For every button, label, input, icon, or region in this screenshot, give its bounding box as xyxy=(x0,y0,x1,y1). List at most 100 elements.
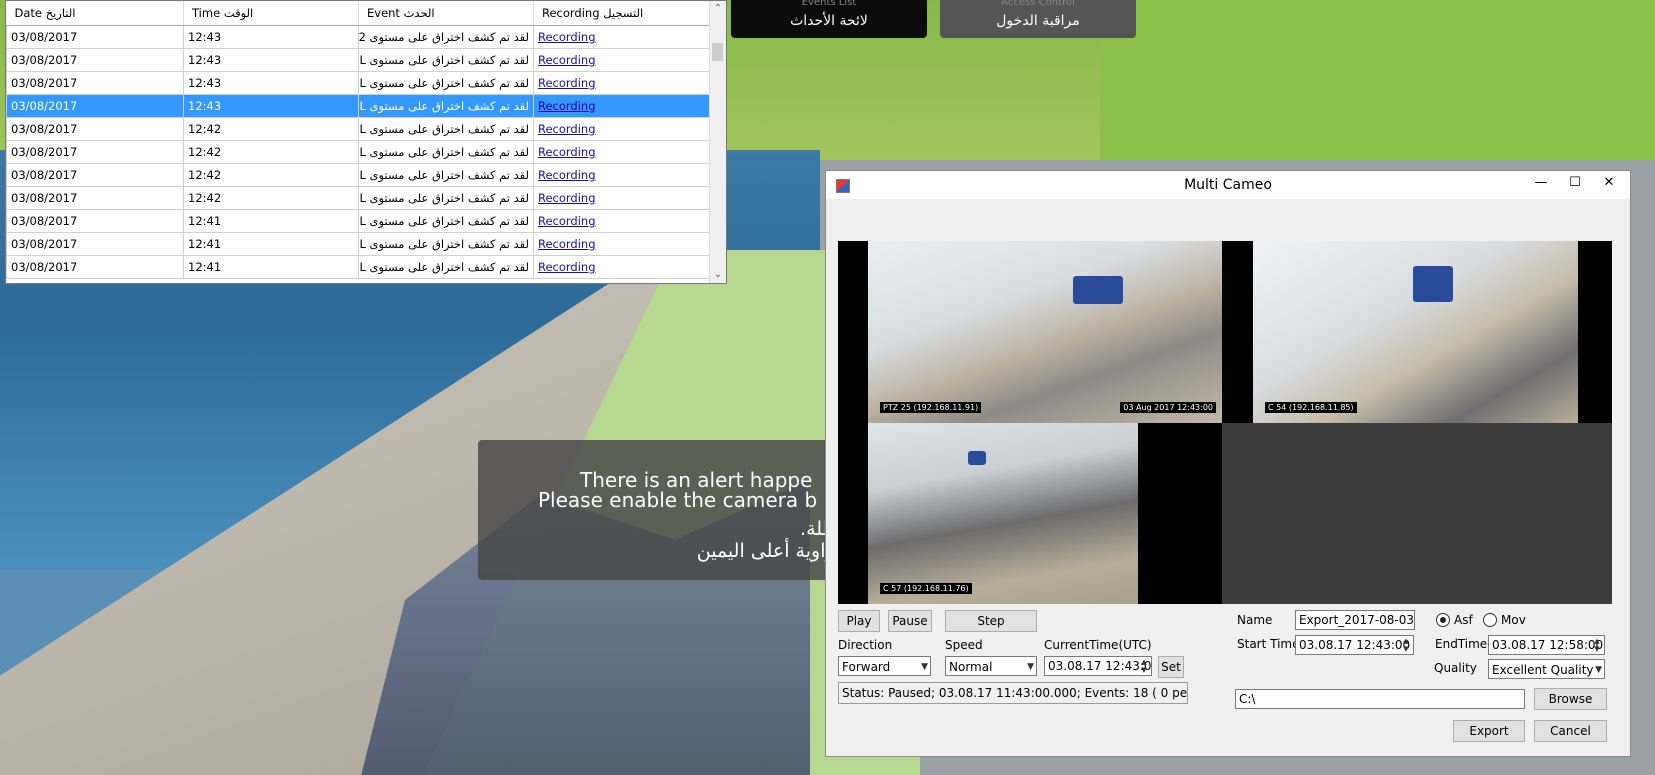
speed-select[interactable]: Normal ▼ xyxy=(945,656,1037,676)
spinner-icon[interactable]: ▲ ▼ xyxy=(1400,637,1412,653)
access-control-button[interactable]: Access Control مراقبة الدخول xyxy=(940,0,1136,38)
mov-radio[interactable] xyxy=(1483,613,1497,627)
maximize-icon[interactable]: ☐ xyxy=(1558,171,1592,195)
date-cell[interactable]: 03/08/2017 xyxy=(6,117,184,141)
event-cell[interactable]: لقد تم كشف اختراق على مستوى L... xyxy=(358,94,534,118)
cancel-button[interactable]: Cancel xyxy=(1534,720,1607,742)
time-cell[interactable]: 12:42 xyxy=(183,163,359,187)
recording-link[interactable]: Recording xyxy=(538,260,596,274)
time-cell[interactable]: 12:41 xyxy=(183,255,359,279)
date-cell[interactable]: 03/08/2017 xyxy=(6,25,184,49)
pause-button[interactable]: Pause xyxy=(888,610,932,632)
date-cell[interactable]: 03/08/2017 xyxy=(6,232,184,256)
event-cell[interactable]: لقد تم كشف اختراق على مستوى L... xyxy=(358,48,534,72)
event-cell[interactable]: لقد تم كشف اختراق على مستوى L... xyxy=(358,140,534,164)
event-cell[interactable]: لقد تم كشف اختراق على مستوى L... xyxy=(358,186,534,210)
set-button[interactable]: Set xyxy=(1158,656,1184,678)
camera-view-1[interactable]: PTZ 25 (192.168.11.91) 03 Aug 2017 12:43… xyxy=(868,241,1222,423)
dialog-titlebar[interactable]: Multi Cameo — ☐ ✕ xyxy=(826,171,1630,199)
scroll-thumb[interactable] xyxy=(712,43,723,61)
recording-link[interactable]: Recording xyxy=(538,214,596,228)
camera-view-4-empty[interactable] xyxy=(1222,423,1612,604)
date-cell[interactable]: 03/08/2017 xyxy=(6,48,184,72)
camera-view-3[interactable]: C 57 (192.168.11.76) xyxy=(868,423,1138,604)
scroll-down-icon[interactable]: ⌄ xyxy=(710,267,726,283)
event-cell[interactable]: لقد تم كشف اختراق على مستوى L... xyxy=(358,255,534,279)
time-cell[interactable]: 12:42 xyxy=(183,186,359,210)
scene-vegetation-right xyxy=(1100,0,1655,180)
table-row[interactable]: 03/08/2017 12:41 لقد تم كشف اختراق على مست… xyxy=(6,209,712,233)
recording-link[interactable]: Recording xyxy=(538,122,596,136)
quality-label: Quality xyxy=(1434,661,1477,675)
column-header-recording[interactable]: Recording التسجيل xyxy=(533,1,712,26)
recording-link[interactable]: Recording xyxy=(538,191,596,205)
time-cell[interactable]: 12:42 xyxy=(183,140,359,164)
event-cell[interactable]: لقد تم كشف اختراق على مستوى L... xyxy=(358,163,534,187)
direction-select[interactable]: Forward ▼ xyxy=(838,656,931,676)
event-cell[interactable]: لقد تم كشف اختراق على مستوى L... xyxy=(358,71,534,95)
recording-link[interactable]: Recording xyxy=(538,30,596,44)
spinner-icon[interactable]: ▲ ▼ xyxy=(1138,658,1150,674)
time-cell[interactable]: 12:41 xyxy=(183,232,359,256)
step-button[interactable]: Step xyxy=(945,610,1037,632)
column-header-time[interactable]: Time الوقت xyxy=(183,1,359,26)
event-cell[interactable]: لقد تم كشف اختراق على مستوى L... xyxy=(358,209,534,233)
export-name-input[interactable]: Export_2017-08-03_140 xyxy=(1295,610,1415,630)
recording-link[interactable]: Recording xyxy=(538,168,596,182)
close-icon[interactable]: ✕ xyxy=(1592,171,1626,195)
minimize-icon[interactable]: — xyxy=(1524,171,1558,195)
date-cell[interactable]: 03/08/2017 xyxy=(6,71,184,95)
table-row[interactable]: 03/08/2017 12:43 لقد تم كشف اختراق على مست… xyxy=(6,48,712,72)
events-scrollbar[interactable]: ⌃ ⌄ xyxy=(709,1,726,283)
table-row[interactable]: 03/08/2017 12:43 لقد تم كشف اختراق على مست… xyxy=(6,25,712,49)
recording-link[interactable]: Recording xyxy=(538,145,596,159)
event-cell[interactable]: لقد تم كشف اختراق على مستوى L... xyxy=(358,232,534,256)
time-cell[interactable]: 12:43 xyxy=(183,48,359,72)
quality-select[interactable]: Excellent Quality ▼ xyxy=(1488,659,1605,679)
column-header-event[interactable]: Event الحدث xyxy=(358,1,534,26)
table-row[interactable]: 03/08/2017 12:42 لقد تم كشف اختراق على مست… xyxy=(6,163,712,187)
play-button[interactable]: Play xyxy=(838,610,880,632)
start-time-field[interactable]: 03.08.17 12:43:00 ▲ ▼ xyxy=(1295,635,1414,655)
camera-view-2[interactable]: C 54 (192.168.11.85) xyxy=(1253,241,1578,423)
table-row[interactable]: 03/08/2017 12:42 لقد تم كشف اختراق على مست… xyxy=(6,117,712,141)
table-row[interactable]: 03/08/2017 12:42 لقد تم كشف اختراق على مست… xyxy=(6,140,712,164)
date-cell[interactable]: 03/08/2017 xyxy=(6,94,184,118)
table-row[interactable]: 03/08/2017 12:41 لقد تم كشف اختراق على مست… xyxy=(6,255,712,279)
events-list-button[interactable]: Events List لائحة الأحداث xyxy=(731,0,927,38)
date-cell[interactable]: 03/08/2017 xyxy=(6,186,184,210)
table-row[interactable]: 03/08/2017 12:42 لقد تم كشف اختراق على مست… xyxy=(6,186,712,210)
date-cell[interactable]: 03/08/2017 xyxy=(6,140,184,164)
events-list-label: لائحة الأحداث xyxy=(790,13,868,29)
recording-link[interactable]: Recording xyxy=(538,76,596,90)
recording-link[interactable]: Recording xyxy=(538,237,596,251)
time-cell[interactable]: 12:43 xyxy=(183,71,359,95)
date-cell[interactable]: 03/08/2017 xyxy=(6,255,184,279)
time-cell[interactable]: 12:42 xyxy=(183,117,359,141)
scroll-up-icon[interactable]: ⌃ xyxy=(710,1,726,17)
end-time-value: 03.08.17 12:58:00 xyxy=(1492,638,1604,652)
date-cell[interactable]: 03/08/2017 xyxy=(6,209,184,233)
time-cell[interactable]: 12:43 xyxy=(183,25,359,49)
table-row[interactable]: 03/08/2017 12:41 لقد تم كشف اختراق على مست… xyxy=(6,232,712,256)
alert-message-box: There is an alert happe Please enable th… xyxy=(478,440,878,580)
time-cell[interactable]: 12:41 xyxy=(183,209,359,233)
time-cell[interactable]: 12:43 xyxy=(183,94,359,118)
spinner-icon[interactable]: ▲ ▼ xyxy=(1591,637,1603,653)
current-time-label: CurrentTime(UTC) xyxy=(1044,638,1152,652)
browse-button[interactable]: Browse xyxy=(1534,688,1607,710)
asf-radio[interactable] xyxy=(1436,613,1450,627)
export-button[interactable]: Export xyxy=(1453,720,1525,742)
event-cell[interactable]: لقد تم كشف اختراق على مستوى IR2 xyxy=(358,25,534,49)
current-time-field[interactable]: 03.08.17 12:43:00 ▲ ▼ xyxy=(1044,656,1152,676)
table-row[interactable]: 03/08/2017 12:43 لقد تم كشف اختراق على مست… xyxy=(6,94,712,118)
recording-link[interactable]: Recording xyxy=(538,53,596,67)
table-row[interactable]: 03/08/2017 12:43 لقد تم كشف اختراق على مست… xyxy=(6,71,712,95)
event-cell[interactable]: لقد تم كشف اختراق على مستوى L... xyxy=(358,117,534,141)
export-path-input[interactable]: C:\ xyxy=(1235,689,1525,709)
date-cell[interactable]: 03/08/2017 xyxy=(6,163,184,187)
end-time-field[interactable]: 03.08.17 12:58:00 ▲ ▼ xyxy=(1488,635,1605,655)
column-header-date[interactable]: Date التاريخ xyxy=(6,1,184,26)
camera-1-timestamp: 03 Aug 2017 12:43:00 xyxy=(1120,402,1216,413)
recording-link[interactable]: Recording xyxy=(538,99,596,113)
